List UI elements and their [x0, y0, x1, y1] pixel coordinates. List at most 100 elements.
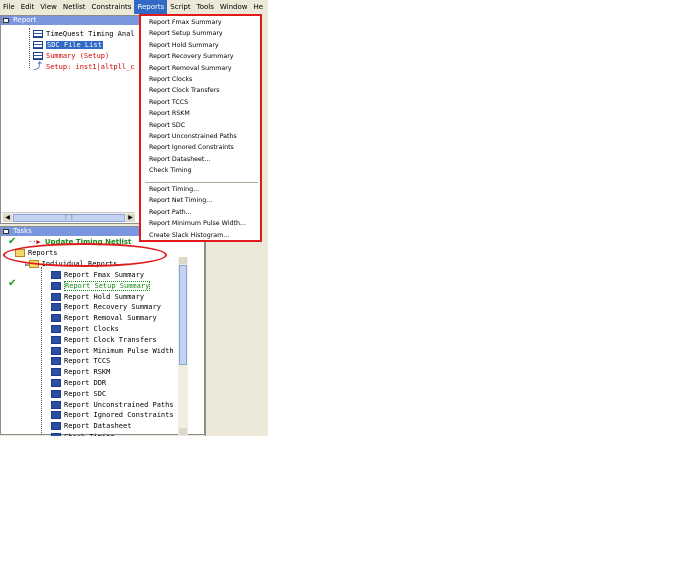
reports-dropdown-menu: Report Fmax Summary Report Setup Summary R…: [139, 14, 262, 242]
task-label: Report Clock Transfers: [64, 335, 157, 344]
reports-menu-item[interactable]: Report Path...: [149, 207, 192, 218]
task-label: Check Timing: [64, 433, 115, 436]
reports-menu-item[interactable]: Check Timing: [149, 165, 192, 176]
reports-menu-item[interactable]: Report SDC: [149, 120, 185, 131]
task-label: Report SDC: [64, 389, 107, 398]
scroll-right-icon[interactable]: ▶: [126, 214, 135, 222]
report-panel-title-text: Report: [13, 16, 37, 24]
report-icon: [51, 281, 61, 290]
task-list-item[interactable]: Report Removal Summary: [51, 313, 157, 324]
reports-menu-item[interactable]: Report Recovery Summary: [149, 51, 234, 62]
reports-menu-item[interactable]: Report Clocks: [149, 74, 192, 85]
reports-menu-item[interactable]: Report RSKM: [149, 108, 190, 119]
scroll-down-icon[interactable]: [179, 428, 187, 435]
reports-menu-item[interactable]: Report Clock Transfers: [149, 85, 220, 96]
task-list-item[interactable]: Report Recovery Summary: [51, 302, 161, 313]
task-list-item[interactable]: Report RSKM: [51, 367, 110, 378]
menu-reports[interactable]: Reports: [134, 0, 168, 14]
highlight-ellipse: [3, 243, 167, 267]
tree-connector: [41, 267, 42, 435]
menu-script[interactable]: Script: [167, 0, 193, 14]
reports-menu-item[interactable]: Create Slack Histogram...: [149, 230, 229, 241]
reports-menu-item[interactable]: Report Timing...: [149, 184, 199, 195]
task-list-item[interactable]: Report TCCS: [51, 356, 110, 367]
task-list-item[interactable]: Check Timing: [51, 432, 115, 436]
report-item-label: SDC File List: [46, 41, 103, 49]
reports-menu-item[interactable]: Report Hold Summary: [149, 40, 219, 51]
task-label: Report Clocks: [64, 325, 119, 333]
task-list-item[interactable]: Report Ignored Constraints: [51, 410, 174, 421]
task-list-item[interactable]: Report Clock Transfers: [51, 335, 157, 346]
task-list-item[interactable]: Report Hold Summary: [51, 292, 144, 303]
report-icon: [51, 325, 61, 333]
reports-menu-item[interactable]: Report Datasheet...: [149, 154, 210, 165]
report-icon: [51, 368, 61, 377]
menu-constraints[interactable]: Constraints: [88, 0, 134, 14]
reports-menu-item[interactable]: Report Minimum Pulse Width...: [149, 218, 246, 229]
task-label: Report TCCS: [64, 357, 111, 366]
scroll-thumb[interactable]: [179, 265, 187, 365]
reports-menu-item[interactable]: Report Fmax Summary: [149, 17, 222, 28]
report-item-label: Setup: inst1|altpll_c: [46, 63, 135, 71]
task-label: Report Datasheet: [64, 422, 132, 431]
report-icon: [51, 422, 61, 431]
scroll-up-icon[interactable]: [179, 257, 187, 264]
checkmark-icon: ✔: [8, 278, 17, 289]
task-label: Report Removal Summary: [64, 314, 157, 323]
task-list-item[interactable]: Report Minimum Pulse Width: [51, 346, 174, 357]
task-list-item[interactable]: Report Fmax Summary: [51, 270, 144, 281]
report-icon: [51, 314, 61, 323]
report-icon: [51, 346, 61, 355]
report-icon: [51, 389, 61, 398]
task-list-item[interactable]: Report DDR: [51, 378, 106, 389]
report-icon: [51, 357, 61, 366]
report-tree-item[interactable]: SDC File List: [33, 40, 103, 51]
task-label: Report Recovery Summary: [64, 303, 161, 312]
scroll-thumb[interactable]: ⋮⋮: [13, 214, 125, 222]
reports-menu-item[interactable]: Report Ignored Constraints: [149, 142, 234, 153]
reports-menu-item[interactable]: Report Setup Summary: [149, 28, 223, 39]
report-icon: [51, 400, 61, 409]
menu-window[interactable]: Window: [217, 0, 251, 14]
task-label: Report Hold Summary: [64, 292, 145, 301]
path-icon: ⤴: [33, 62, 43, 72]
menu-tools[interactable]: Tools: [194, 0, 217, 14]
report-icon: [51, 379, 61, 387]
report-icon: [51, 411, 61, 420]
task-label: Report Setup Summary: [64, 280, 151, 291]
menu-netlist[interactable]: Netlist: [60, 0, 89, 14]
task-label: Report Fmax Summary: [64, 271, 145, 279]
report-tree-item[interactable]: TimeQuest Timing Anal: [33, 29, 135, 40]
menu-bar: File Edit View Netlist Constraints Repor…: [0, 0, 268, 14]
task-list-item[interactable]: Report Setup Summary: [51, 280, 151, 292]
report-tree-item[interactable]: ⤴ Setup: inst1|altpll_c: [33, 62, 135, 73]
report-tree-item[interactable]: Summary (Setup): [33, 51, 109, 62]
menu-file[interactable]: File: [0, 0, 18, 14]
scroll-left-icon[interactable]: ◀: [3, 214, 12, 222]
task-label: Report RSKM: [64, 368, 111, 377]
horizontal-scrollbar[interactable]: ◀ ⋮⋮ ▶: [2, 212, 135, 222]
task-label: Report Unconstrained Paths: [64, 400, 174, 409]
task-list-item[interactable]: Report SDC: [51, 389, 106, 400]
table-icon: [33, 41, 43, 49]
reports-menu-item[interactable]: Report Removal Summary: [149, 63, 232, 74]
table-icon: [33, 30, 43, 38]
panel-pin-icon[interactable]: [3, 229, 9, 234]
report-item-label: TimeQuest Timing Anal: [46, 30, 135, 38]
task-list-item[interactable]: Report Datasheet: [51, 421, 131, 432]
menu-edit[interactable]: Edit: [18, 0, 38, 14]
task-list-item[interactable]: Report Unconstrained Paths: [51, 400, 174, 411]
task-list-item[interactable]: Report Clocks: [51, 324, 119, 335]
reports-menu-item[interactable]: Report TCCS: [149, 97, 188, 108]
task-label: Report DDR: [64, 379, 107, 387]
menu-help[interactable]: He: [250, 0, 266, 14]
panel-pin-icon[interactable]: [3, 18, 9, 23]
vertical-scrollbar[interactable]: [178, 257, 188, 435]
report-icon: [51, 292, 61, 301]
table-icon: [33, 52, 43, 60]
reports-menu-item[interactable]: Report Unconstrained Paths: [149, 131, 237, 142]
checkmark-icon: ✔: [8, 236, 17, 247]
reports-menu-item[interactable]: Report Net Timing...: [149, 195, 212, 206]
menu-view[interactable]: View: [37, 0, 60, 14]
report-icon: [51, 433, 61, 436]
